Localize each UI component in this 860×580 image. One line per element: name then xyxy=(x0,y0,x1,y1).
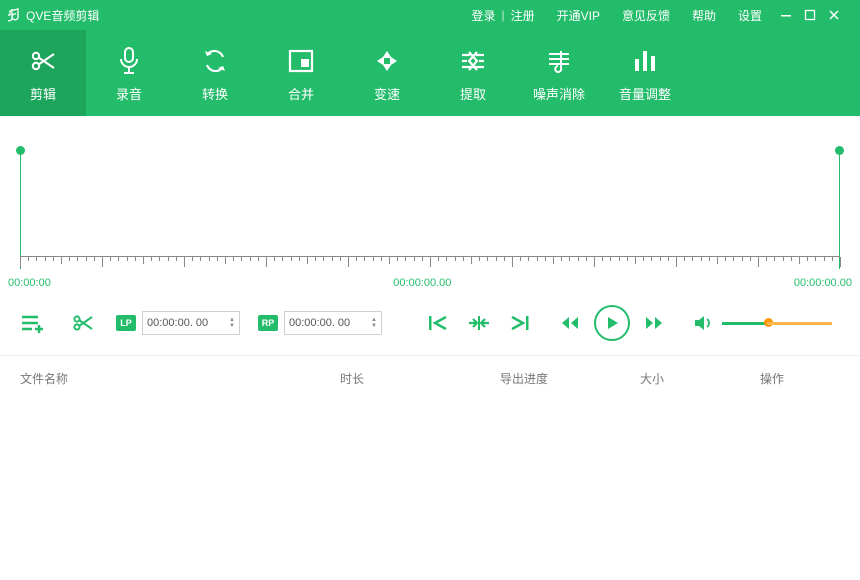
settings-link[interactable]: 设置 xyxy=(738,7,762,24)
col-filename: 文件名称 xyxy=(20,370,340,387)
rewind-button[interactable] xyxy=(560,315,580,331)
tool-merge[interactable]: 合并 xyxy=(258,30,344,116)
spinner-icon[interactable]: ▲▼ xyxy=(371,317,377,329)
tool-speed[interactable]: 变速 xyxy=(344,30,430,116)
tool-label: 合并 xyxy=(288,84,314,103)
merge-icon xyxy=(287,44,315,78)
tool-record[interactable]: 录音 xyxy=(86,30,172,116)
vip-link[interactable]: 开通VIP xyxy=(557,7,600,24)
tool-label: 转换 xyxy=(202,84,228,103)
col-duration: 时长 xyxy=(340,370,500,387)
tool-denoise[interactable]: 噪声消除 xyxy=(516,30,602,116)
play-button[interactable] xyxy=(594,305,630,341)
register-link[interactable]: 注册 xyxy=(511,7,535,24)
tool-label: 音量调整 xyxy=(619,84,671,103)
microphone-icon xyxy=(116,44,142,78)
app-logo-icon xyxy=(8,8,20,22)
convert-icon xyxy=(201,44,229,78)
rp-time-value: 00:00:00. 00 xyxy=(289,317,350,329)
range-start-line xyxy=(20,150,21,269)
left-point-time-input[interactable]: 00:00:00. 00 ▲▼ xyxy=(142,311,240,335)
maximize-button[interactable] xyxy=(804,9,828,21)
goto-end-button[interactable] xyxy=(510,315,530,331)
volume-icon[interactable] xyxy=(694,315,712,331)
goto-start-button[interactable] xyxy=(428,315,448,331)
tool-label: 剪辑 xyxy=(30,84,56,103)
time-ruler xyxy=(20,256,840,269)
tool-label: 录音 xyxy=(116,84,142,103)
extract-icon xyxy=(459,44,487,78)
tool-label: 噪声消除 xyxy=(533,84,585,103)
tool-label: 提取 xyxy=(460,84,486,103)
tool-volume[interactable]: 音量调整 xyxy=(602,30,688,116)
col-progress: 导出进度 xyxy=(500,370,640,387)
lp-time-value: 00:00:00. 00 xyxy=(147,317,208,329)
minimize-button[interactable] xyxy=(780,9,804,21)
tool-edit[interactable]: 剪辑 xyxy=(0,30,86,116)
tool-convert[interactable]: 转换 xyxy=(172,30,258,116)
col-action: 操作 xyxy=(760,370,784,387)
volume-slider[interactable] xyxy=(722,322,832,325)
spinner-icon[interactable]: ▲▼ xyxy=(229,317,235,329)
feedback-link[interactable]: 意见反馈 xyxy=(622,7,670,24)
close-button[interactable] xyxy=(828,9,852,21)
app-title: QVE音频剪辑 xyxy=(26,7,99,24)
time-mid: 00:00:00.00 xyxy=(393,277,451,289)
login-link[interactable]: 登录 xyxy=(471,7,495,24)
waveform-area[interactable]: 00:00:00 00:00:00.00 00:00:00.00 xyxy=(0,116,860,291)
rp-badge: RP xyxy=(258,315,278,331)
file-table-header: 文件名称 时长 导出进度 大小 操作 xyxy=(0,356,860,401)
add-file-button[interactable] xyxy=(20,313,44,333)
time-start: 00:00:00 xyxy=(8,277,51,289)
time-labels: 00:00:00 00:00:00.00 00:00:00.00 xyxy=(8,277,852,289)
main-toolbar: 剪辑 录音 转换 合并 变速 提取 噪声消除 xyxy=(0,30,860,116)
lp-badge: LP xyxy=(116,315,136,331)
separator: | xyxy=(501,8,504,22)
control-bar: LP 00:00:00. 00 ▲▼ RP 00:00:00. 00 ▲▼ xyxy=(0,291,860,356)
speed-icon xyxy=(374,44,400,78)
forward-button[interactable] xyxy=(644,315,664,331)
play-icon xyxy=(594,305,630,341)
range-end-line xyxy=(839,150,840,269)
tool-extract[interactable]: 提取 xyxy=(430,30,516,116)
trim-inward-button[interactable] xyxy=(468,315,490,331)
cut-button[interactable] xyxy=(72,313,94,333)
title-bar: QVE音频剪辑 登录 | 注册 开通VIP 意见反馈 帮助 设置 xyxy=(0,0,860,30)
scissors-icon xyxy=(28,44,58,78)
volume-thumb[interactable] xyxy=(764,318,773,327)
denoise-icon xyxy=(545,44,573,78)
right-point-time-input[interactable]: 00:00:00. 00 ▲▼ xyxy=(284,311,382,335)
volume-bars-icon xyxy=(632,44,658,78)
tool-label: 变速 xyxy=(374,84,400,103)
time-end: 00:00:00.00 xyxy=(794,277,852,289)
help-link[interactable]: 帮助 xyxy=(692,7,716,24)
col-size: 大小 xyxy=(640,370,760,387)
